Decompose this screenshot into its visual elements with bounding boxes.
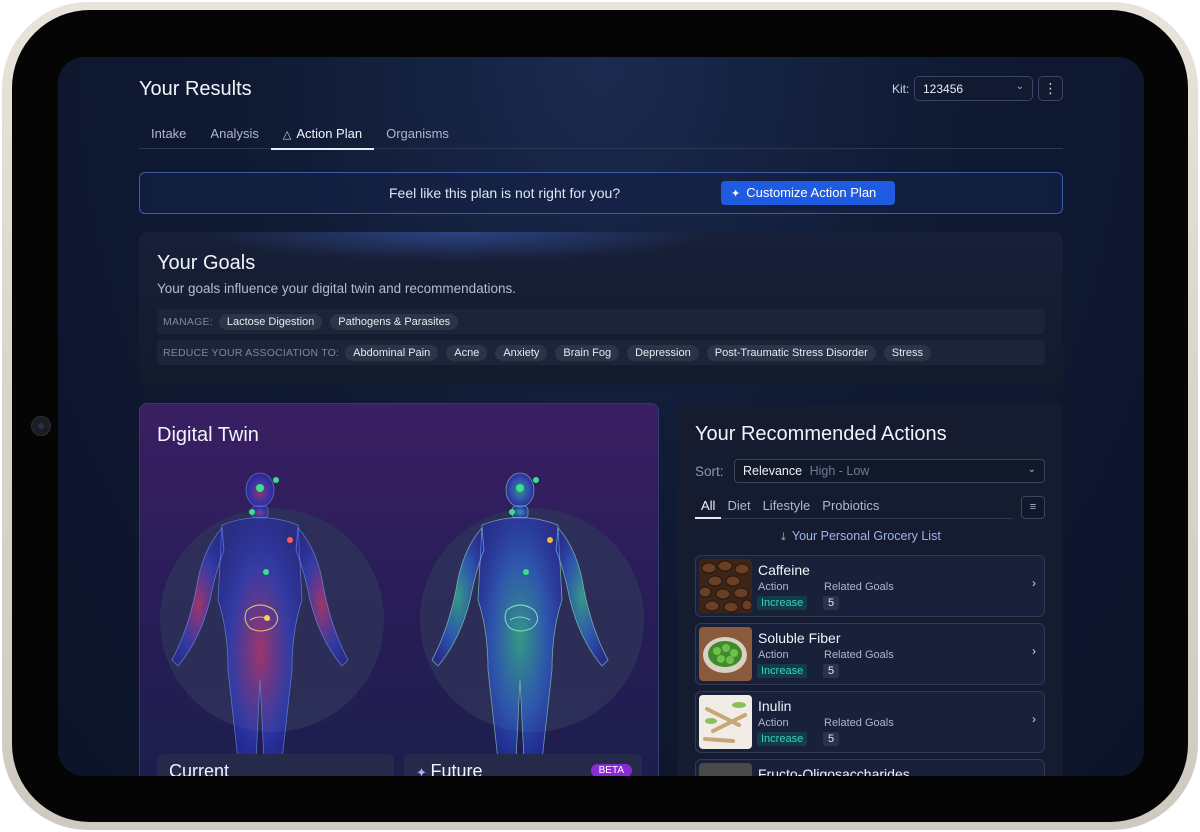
digital-twin-panel: Digital Twin Current ✦ Future BETA <box>139 403 659 776</box>
related-goals-label: Related Goals <box>824 717 894 729</box>
future-twin-card[interactable]: ✦ Future BETA <box>404 754 642 776</box>
sort-order: High - Low <box>809 464 870 478</box>
action-card-fructo-oligosaccharides[interactable]: Fructo-Oligosaccharides <box>695 759 1045 776</box>
actions-title: Your Recommended Actions <box>695 423 947 445</box>
action-badge: Increase <box>757 732 808 746</box>
customize-action-plan-button[interactable]: ✦ Customize Action Plan <box>721 181 895 205</box>
action-badge: Increase <box>757 596 808 610</box>
download-icon: ⤓ <box>781 531 786 543</box>
tab-action-plan[interactable]: △ Action Plan <box>270 120 375 150</box>
reduce-row: REDUCE YOUR ASSOCIATION TO: Abdominal Pa… <box>157 340 1045 365</box>
goal-chip[interactable]: Brain Fog <box>555 344 620 361</box>
goal-chip[interactable]: Post-Traumatic Stress Disorder <box>706 344 876 361</box>
goals-title: Your Goals <box>157 252 256 274</box>
kit-value: 123456 <box>923 82 964 96</box>
action-column-label: Action <box>758 717 789 729</box>
goals-panel: Your Goals Your goals influence your dig… <box>139 232 1063 385</box>
chevron-down-icon: ⌄ <box>1027 464 1036 475</box>
action-badge: Increase <box>757 664 808 678</box>
chevron-right-icon: › <box>1032 644 1036 658</box>
front-camera <box>31 416 51 436</box>
related-goals-label: Related Goals <box>824 649 894 661</box>
related-goals-count: 5 <box>823 596 840 610</box>
chevron-right-icon: › <box>1032 712 1036 726</box>
current-label: Current <box>169 761 230 776</box>
recommended-actions-panel: Your Recommended Actions Sort: Relevance… <box>677 403 1063 776</box>
tab-organisms[interactable]: Organisms <box>374 120 461 149</box>
goal-chip[interactable]: Depression <box>627 344 699 361</box>
network-icon: △ <box>282 129 292 141</box>
goal-chip[interactable]: Lactose Digestion <box>218 313 323 330</box>
filter-tab-probiotics[interactable]: Probiotics <box>816 495 885 518</box>
vertical-ellipsis-icon: ⋮ <box>1043 80 1058 96</box>
current-twin-card[interactable]: Current <box>157 754 394 776</box>
sort-value: Relevance <box>743 464 803 478</box>
sort-select[interactable]: Relevance High - Low ⌄ <box>734 459 1045 483</box>
filter-tab-diet[interactable]: Diet <box>721 495 756 518</box>
beta-badge: BETA <box>590 764 632 776</box>
inulin-root-image <box>699 695 752 749</box>
goal-chip[interactable]: Anxiety <box>495 344 548 361</box>
twin-title: Digital Twin <box>157 424 259 446</box>
future-body-figure <box>420 472 644 760</box>
action-column-label: Action <box>758 581 789 593</box>
sparkle-icon: ✦ <box>731 188 741 200</box>
action-card-soluble-fiber[interactable]: Soluble Fiber Action Related Goals Incre… <box>695 623 1045 685</box>
filter-tab-lifestyle[interactable]: Lifestyle <box>757 495 817 518</box>
fos-powder-image <box>699 763 752 776</box>
customize-banner: Feel like this plan is not right for you… <box>139 172 1063 214</box>
related-goals-count: 5 <box>823 732 840 746</box>
action-name: Soluble Fiber <box>758 630 841 646</box>
banner-text: Feel like this plan is not right for you… <box>389 185 621 201</box>
action-card-caffeine[interactable]: Caffeine Action Related Goals Increase 5… <box>695 555 1045 617</box>
sort-label: Sort: <box>695 464 724 479</box>
current-body-figure <box>160 472 384 760</box>
related-goals-label: Related Goals <box>824 581 894 593</box>
app-screen: Your Results Kit: 123456 ⌄ ⋮ Intake Anal… <box>58 57 1144 776</box>
goals-subtitle: Your goals influence your digital twin a… <box>157 281 516 296</box>
grocery-list-link[interactable]: ⤓ Your Personal Grocery List <box>781 529 941 544</box>
related-goals-count: 5 <box>823 664 840 678</box>
more-options-button[interactable]: ⋮ <box>1038 76 1063 101</box>
sliders-icon: ≡ <box>1029 501 1037 513</box>
future-label: ✦ Future <box>416 761 483 776</box>
kit-label: Kit: <box>892 82 910 96</box>
coffee-beans-image <box>699 559 752 613</box>
chevron-down-icon: ⌄ <box>1015 81 1024 92</box>
chevron-right-icon: › <box>1032 576 1036 590</box>
reduce-label: REDUCE YOUR ASSOCIATION TO: <box>163 346 340 359</box>
tab-analysis[interactable]: Analysis <box>198 120 270 149</box>
manage-label: MANAGE: <box>163 315 213 328</box>
goal-chip[interactable]: Abdominal Pain <box>345 344 439 361</box>
action-column-label: Action <box>758 649 789 661</box>
kit-select[interactable]: 123456 ⌄ <box>914 76 1033 101</box>
page-title: Your Results <box>139 78 252 100</box>
goal-chip[interactable]: Acne <box>446 344 488 361</box>
manage-row: MANAGE: Lactose Digestion Pathogens & Pa… <box>157 309 1045 334</box>
green-peas-image <box>699 627 752 681</box>
action-filter-tabs: All Diet Lifestyle Probiotics <box>695 495 1013 519</box>
action-name: Fructo-Oligosaccharides <box>758 766 910 776</box>
goal-chip[interactable]: Pathogens & Parasites <box>330 313 459 330</box>
results-tabs: Intake Analysis △ Action Plan Organisms <box>139 120 1063 150</box>
action-name: Caffeine <box>758 562 810 578</box>
filter-tab-all[interactable]: All <box>695 495 722 519</box>
tab-intake[interactable]: Intake <box>139 120 198 149</box>
action-name: Inulin <box>758 698 792 714</box>
sparkle-icon: ✦ <box>416 765 431 776</box>
action-card-inulin[interactable]: Inulin Action Related Goals Increase 5 › <box>695 691 1045 753</box>
goal-chip[interactable]: Stress <box>883 344 931 361</box>
filter-settings-button[interactable]: ≡ <box>1021 496 1045 519</box>
